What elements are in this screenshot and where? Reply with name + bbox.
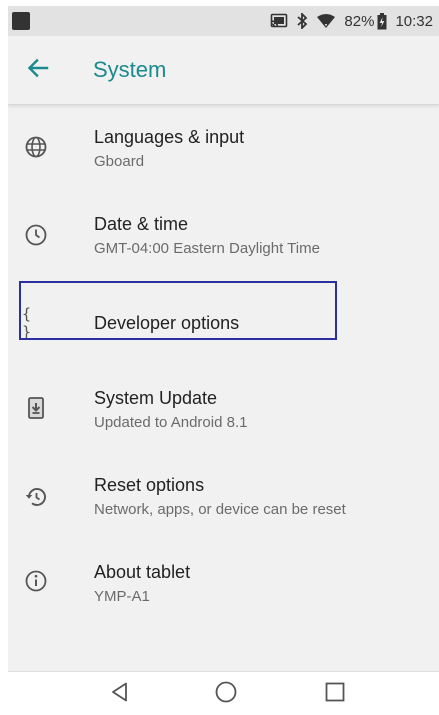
bluetooth-icon bbox=[296, 13, 308, 29]
setting-title: About tablet bbox=[94, 562, 191, 582]
setting-title: Developer options bbox=[94, 313, 240, 333]
setting-title: Languages & input bbox=[94, 127, 245, 147]
braces-icon: { } bbox=[22, 305, 50, 341]
app-bar: System bbox=[8, 36, 439, 105]
page-title: System bbox=[93, 57, 167, 82]
setting-subtitle: GMT-04:00 Eastern Daylight Time bbox=[94, 240, 320, 257]
app-notification-icon bbox=[12, 12, 30, 30]
setting-about-tablet[interactable]: About tablet YMP-A1 bbox=[8, 540, 439, 626]
reset-history-icon bbox=[22, 483, 50, 511]
setting-system-update[interactable]: System Update Updated to Android 8.1 bbox=[8, 366, 439, 452]
status-icons: 82% 10:32 bbox=[270, 6, 433, 36]
wifi-icon bbox=[316, 13, 336, 29]
navigation-bar bbox=[8, 671, 439, 715]
battery-indicator: 82% bbox=[344, 12, 387, 30]
globe-icon bbox=[22, 133, 50, 161]
back-button[interactable] bbox=[22, 56, 54, 84]
arrow-back-icon bbox=[27, 58, 49, 83]
setting-date-time[interactable]: Date & time GMT-04:00 Eastern Daylight T… bbox=[8, 192, 439, 278]
status-bar: 82% 10:32 bbox=[8, 6, 439, 36]
info-icon bbox=[22, 567, 50, 595]
setting-subtitle: Gboard bbox=[94, 153, 145, 170]
battery-percent: 82% bbox=[344, 12, 375, 30]
nav-recents-button[interactable] bbox=[321, 680, 349, 708]
setting-title: Date & time bbox=[94, 214, 189, 234]
nav-back-button[interactable] bbox=[106, 680, 134, 708]
setting-subtitle: Updated to Android 8.1 bbox=[94, 414, 248, 431]
setting-subtitle: YMP-A1 bbox=[94, 588, 150, 605]
setting-subtitle: Network, apps, or device can be reset bbox=[94, 501, 346, 518]
system-update-icon bbox=[22, 394, 50, 422]
status-time: 10:32 bbox=[395, 12, 433, 30]
home-circle-icon bbox=[214, 680, 238, 709]
nav-home-button[interactable] bbox=[212, 680, 240, 708]
battery-charging-icon bbox=[377, 12, 387, 30]
clock-icon bbox=[22, 221, 50, 249]
setting-developer-options[interactable]: { } Developer options bbox=[8, 279, 439, 365]
setting-languages-input[interactable]: Languages & input Gboard bbox=[8, 105, 439, 191]
device-screen: 82% 10:32 System Languages & input Gboar… bbox=[8, 6, 439, 715]
back-triangle-icon bbox=[109, 681, 131, 708]
braces-glyph: { } bbox=[22, 305, 33, 341]
setting-title: Reset options bbox=[94, 475, 205, 495]
setting-title: System Update bbox=[94, 388, 218, 408]
cast-icon bbox=[270, 13, 288, 29]
recents-square-icon bbox=[324, 681, 346, 708]
setting-reset-options[interactable]: Reset options Network, apps, or device c… bbox=[8, 453, 439, 539]
